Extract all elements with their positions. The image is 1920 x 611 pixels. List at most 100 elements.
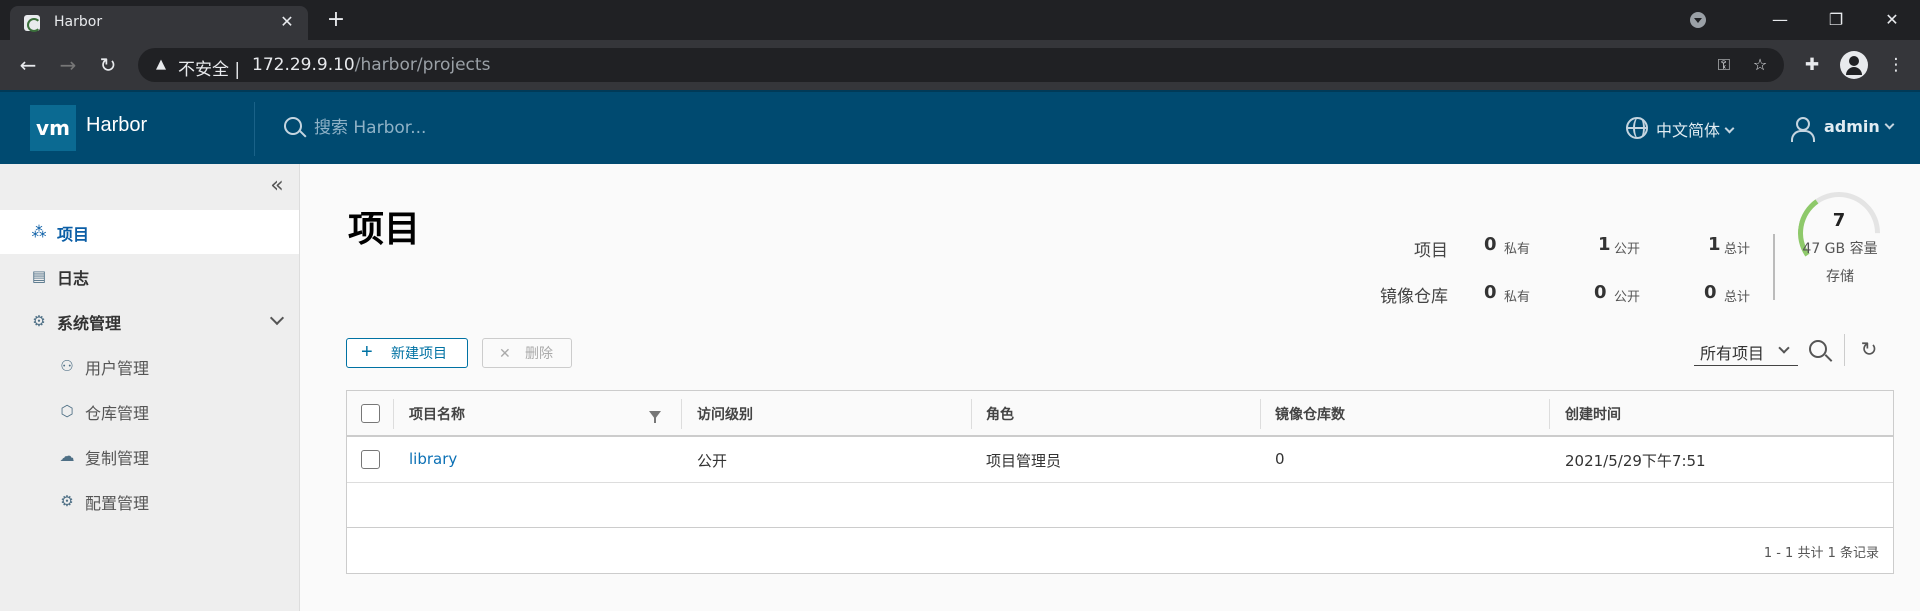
projects-private-count: 0	[1484, 234, 1497, 255]
new-project-button[interactable]: 新建项目	[346, 338, 468, 368]
projects-datagrid: 项目名称 访问级别 角色 镜像仓库数 创建时间 library 公开 项目管理员…	[346, 390, 1894, 574]
chevron-down-icon	[1724, 123, 1735, 134]
profile-icon[interactable]	[1840, 51, 1868, 79]
logs-icon: ▤	[31, 267, 47, 285]
address-bar[interactable]: ▲ 不安全 | 172.29.9.10/harbor/projects ⚿ ☆	[138, 48, 1784, 82]
tab-title: Harbor	[54, 14, 103, 30]
projects-stat-label: 项目	[1414, 241, 1448, 261]
sidebar-item-replications[interactable]: ☁ 复制管理	[0, 434, 299, 478]
filter-value: 所有项目	[1700, 344, 1765, 363]
projects-public-count: 1	[1598, 234, 1611, 255]
access-level-cell: 公开	[697, 452, 728, 470]
username: admin	[1824, 117, 1880, 136]
browser-tab[interactable]: Harbor ✕	[10, 6, 308, 40]
filter-icon[interactable]	[649, 411, 661, 423]
refresh-icon[interactable]: ↻	[1858, 338, 1880, 360]
warning-icon[interactable]: ▲	[152, 56, 170, 74]
column-header-name[interactable]: 项目名称	[409, 404, 465, 424]
language-label: 中文简体	[1656, 117, 1735, 141]
table-row[interactable]: library 公开 项目管理员 0 2021/5/29下午7:51	[347, 437, 1893, 483]
sidebar-item-label: 项目	[57, 225, 90, 244]
repo-count-cell: 0	[1275, 450, 1285, 468]
pagination-text: 1 - 1 共计 1 条记录	[1763, 546, 1879, 561]
search-input[interactable]	[314, 114, 614, 142]
row-checkbox[interactable]	[361, 450, 380, 469]
sidebar-item-logs[interactable]: ▤ 日志	[0, 254, 299, 298]
projects-total-count: 1	[1708, 234, 1721, 255]
header-divider	[254, 102, 255, 156]
sidebar-item-registries[interactable]: ⬡ 仓库管理	[0, 389, 299, 433]
harbor-favicon-icon	[24, 15, 41, 32]
globe-icon	[1626, 117, 1648, 139]
sidebar-item-configuration[interactable]: ⚙ 配置管理	[0, 479, 299, 523]
brand-name[interactable]: Harbor	[86, 114, 147, 137]
sidebar: « ⁂ 项目 ▤ 日志 ⚙ 系统管理 ⚇ 用户管理 ⬡ 仓库管理 ☁ 复制管理 …	[0, 164, 300, 611]
close-tab-icon[interactable]: ✕	[276, 11, 298, 33]
column-header-role[interactable]: 角色	[986, 404, 1014, 424]
users-icon: ⚇	[60, 357, 74, 375]
column-separator	[971, 399, 972, 429]
repos-total-count: 0	[1704, 282, 1717, 303]
sidebar-item-label: 系统管理	[57, 314, 122, 333]
project-name-link[interactable]: library	[409, 450, 457, 468]
created-time-cell: 2021/5/29下午7:51	[1565, 452, 1706, 470]
sidebar-item-label: 用户管理	[85, 359, 150, 378]
project-filter-select[interactable]: 所有项目	[1694, 336, 1798, 366]
vmware-logo[interactable]: vm	[30, 105, 76, 151]
chevron-down-icon[interactable]	[269, 310, 285, 326]
star-icon[interactable]: ☆	[1750, 55, 1770, 75]
search-icon[interactable]	[1809, 340, 1827, 358]
user-label: admin	[1824, 117, 1895, 136]
url-path: /harbor/projects	[354, 55, 491, 75]
page-title: 项目	[348, 209, 421, 250]
configuration-icon: ⚙	[60, 492, 74, 510]
insecure-label: 不安全 |	[178, 55, 240, 80]
column-header-created[interactable]: 创建时间	[1565, 404, 1621, 424]
reload-icon[interactable]: ↻	[92, 49, 124, 81]
search-icon	[284, 117, 302, 135]
key-icon[interactable]: ⚿	[1714, 55, 1734, 75]
tab-search-icon[interactable]	[1690, 12, 1706, 28]
registries-icon: ⬡	[60, 402, 74, 420]
column-separator	[1549, 399, 1550, 429]
admin-icon: ⚙	[32, 312, 46, 330]
total-label: 总计	[1724, 242, 1751, 257]
chevron-down-icon	[1884, 119, 1895, 130]
select-all-checkbox[interactable]	[361, 404, 380, 423]
main-content: 项目 项目 0 私有 1 公开 1 总计 镜像仓库 0 私有 0 公开 0 总计…	[300, 164, 1920, 611]
column-header-repo-count[interactable]: 镜像仓库数	[1275, 404, 1345, 424]
private-label: 私有	[1504, 290, 1531, 305]
sidebar-item-administration[interactable]: ⚙ 系统管理	[0, 299, 299, 343]
restore-icon[interactable]: ❐	[1808, 0, 1864, 40]
forward-icon[interactable]: →	[52, 49, 84, 81]
sidebar-item-label: 复制管理	[85, 449, 150, 468]
private-label: 私有	[1504, 242, 1531, 257]
sidebar-item-label: 日志	[57, 269, 90, 288]
sidebar-item-users[interactable]: ⚇ 用户管理	[0, 344, 299, 388]
public-label: 公开	[1614, 290, 1641, 305]
column-header-access[interactable]: 访问级别	[697, 404, 753, 424]
menu-icon[interactable]: ⋮	[1884, 53, 1908, 77]
minimize-icon[interactable]: —	[1752, 0, 1808, 40]
column-separator	[393, 399, 394, 429]
delete-button[interactable]: 删除	[482, 338, 572, 368]
repos-stat-label: 镜像仓库	[1380, 287, 1448, 307]
url-host: 172.29.9.10	[252, 55, 355, 75]
storage-capacity: 47 GB 容量	[1802, 241, 1878, 257]
browser-toolbar: ← → ↻ ▲ 不安全 | 172.29.9.10/harbor/project…	[0, 40, 1920, 90]
sidebar-item-projects[interactable]: ⁂ 项目	[0, 210, 299, 254]
empty-row	[347, 484, 1893, 528]
storage-gauge: 7	[1781, 175, 1897, 291]
collapse-sidebar-icon[interactable]: «	[266, 175, 288, 198]
extensions-icon[interactable]: ✚	[1800, 53, 1824, 77]
repos-private-count: 0	[1484, 282, 1497, 303]
browser-tab-bar: Harbor ✕ + — ❐ ✕	[0, 0, 1920, 40]
new-tab-icon[interactable]: +	[322, 6, 350, 34]
sidebar-item-label: 配置管理	[85, 494, 150, 513]
public-label: 公开	[1614, 242, 1641, 257]
url-text: 172.29.9.10/harbor/projects	[252, 55, 490, 75]
user-icon	[1790, 116, 1815, 142]
window-close-icon[interactable]: ✕	[1864, 0, 1920, 40]
storage-used-value: 7	[1832, 210, 1846, 231]
back-icon[interactable]: ←	[12, 49, 44, 81]
